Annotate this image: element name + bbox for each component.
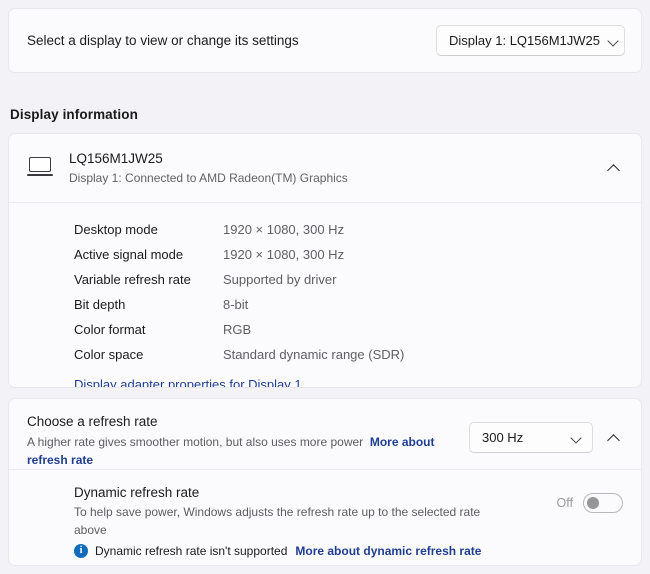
chevron-up-icon-display-info[interactable] xyxy=(601,155,627,181)
display-information-details: Desktop mode 1920 × 1080, 300 Hz Active … xyxy=(9,203,641,387)
info-key: Color space xyxy=(74,347,144,362)
dynamic-refresh-rate-note: i Dynamic refresh rate isn't supported M… xyxy=(74,544,545,559)
dynamic-refresh-rate-toggle-group: Off xyxy=(557,483,623,513)
refresh-rate-text: Choose a refresh rate A higher rate give… xyxy=(27,412,469,469)
info-icon: i xyxy=(74,544,88,559)
display-adapter-properties-link[interactable]: Display adapter properties for Display 1 xyxy=(74,377,302,387)
display-information-header[interactable]: LQ156M1JW25 Display 1: Connected to AMD … xyxy=(9,134,641,202)
info-value: 1920 × 1080, 300 Hz xyxy=(223,222,345,237)
chevron-up-icon-refresh-rate[interactable] xyxy=(601,425,627,451)
info-value: 8-bit xyxy=(223,297,249,312)
select-display-label: Select a display to view or change its s… xyxy=(27,32,299,48)
dynamic-refresh-rate-text: Dynamic refresh rate To help save power,… xyxy=(74,483,557,559)
info-value: Standard dynamic range (SDR) xyxy=(223,347,405,362)
info-key: Desktop mode xyxy=(74,222,158,237)
info-key: Active signal mode xyxy=(74,247,184,262)
display-selector-value: Display 1: LQ156M1JW25 xyxy=(449,33,601,48)
dynamic-refresh-rate-row: Dynamic refresh rate To help save power,… xyxy=(9,470,641,559)
info-value: Supported by driver xyxy=(223,272,337,287)
refresh-rate-title: Choose a refresh rate xyxy=(27,414,158,429)
info-key: Bit depth xyxy=(74,297,126,312)
select-display-card: Select a display to view or change its s… xyxy=(8,8,642,73)
display-information-card: LQ156M1JW25 Display 1: Connected to AMD … xyxy=(8,133,642,388)
more-about-dynamic-refresh-rate-link[interactable]: More about dynamic refresh rate xyxy=(295,544,481,558)
refresh-rate-value: 300 Hz xyxy=(482,430,524,445)
refresh-rate-header: Choose a refresh rate A higher rate give… xyxy=(9,399,641,469)
dynamic-refresh-rate-note-text: Dynamic refresh rate isn't supported xyxy=(95,544,288,559)
refresh-rate-description-wrap: A higher rate gives smoother motion, but… xyxy=(27,433,451,469)
info-row-color-format: Color format RGB xyxy=(9,317,641,342)
display-name: LQ156M1JW25 xyxy=(69,151,163,167)
info-row-bit-depth: Bit depth 8-bit xyxy=(9,292,641,317)
info-row-variable-refresh-rate: Variable refresh rate Supported by drive… xyxy=(9,267,641,292)
display-selector-dropdown[interactable]: Display 1: LQ156M1JW25 xyxy=(436,25,625,56)
info-row-active-signal-mode: Active signal mode 1920 × 1080, 300 Hz xyxy=(9,242,641,267)
dynamic-refresh-rate-toggle[interactable] xyxy=(583,492,623,513)
display-settings-page: Select a display to view or change its s… xyxy=(0,0,650,574)
dynamic-refresh-rate-description: To help save power, Windows adjusts the … xyxy=(74,505,481,538)
monitor-icon xyxy=(27,156,55,180)
refresh-rate-card: Choose a refresh rate A higher rate give… xyxy=(8,398,642,566)
info-key: Variable refresh rate xyxy=(74,272,191,287)
refresh-rate-description: A higher rate gives smoother motion, but… xyxy=(27,434,364,449)
info-row-color-space: Color space Standard dynamic range (SDR) xyxy=(9,342,641,367)
chevron-down-icon xyxy=(608,35,620,47)
info-value: RGB xyxy=(223,322,252,337)
chevron-down-icon xyxy=(571,432,583,444)
refresh-rate-controls: 300 Hz xyxy=(469,412,627,453)
refresh-rate-dropdown[interactable]: 300 Hz xyxy=(469,422,593,453)
info-key: Color format xyxy=(74,322,146,337)
dynamic-refresh-rate-title: Dynamic refresh rate xyxy=(74,484,200,500)
toggle-knob xyxy=(587,496,599,509)
display-header-text: LQ156M1JW25 Display 1: Connected to AMD … xyxy=(69,149,601,187)
page-section-heading: Display information xyxy=(10,107,138,122)
display-connection-subtitle: Display 1: Connected to AMD Radeon(TM) G… xyxy=(69,170,348,185)
toggle-state-label: Off xyxy=(556,495,573,510)
info-row-desktop-mode: Desktop mode 1920 × 1080, 300 Hz xyxy=(9,217,641,242)
info-value: 1920 × 1080, 300 Hz xyxy=(223,247,345,262)
